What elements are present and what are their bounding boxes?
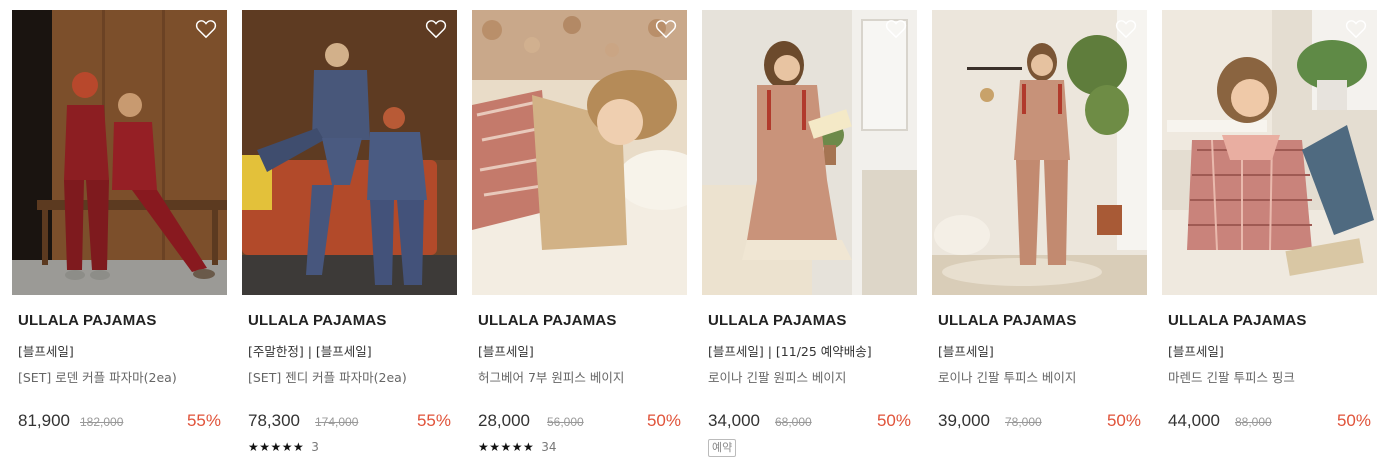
heart-outline-icon[interactable] bbox=[1115, 19, 1137, 39]
product-image[interactable] bbox=[12, 10, 227, 295]
review-count: 34 bbox=[541, 440, 557, 454]
product-tags: [주말한정] | [블프세일] bbox=[248, 344, 372, 359]
product-rating: ★★★★★ 3 bbox=[248, 440, 319, 454]
original-price: 174,000 bbox=[315, 415, 359, 429]
heart-outline-icon[interactable] bbox=[425, 19, 447, 39]
product-card[interactable]: ULLALA PAJAMAS [블프세일] 허그베어 7부 원피스 베이지 28… bbox=[472, 10, 687, 473]
original-price: 182,000 bbox=[80, 415, 124, 429]
product-card[interactable]: ULLALA PAJAMAS [주말한정] | [블프세일] [SET] 젠디 … bbox=[242, 10, 457, 473]
product-image[interactable] bbox=[472, 10, 687, 295]
star-icon: ★★★★★ bbox=[478, 440, 535, 454]
product-image[interactable] bbox=[242, 10, 457, 295]
heart-outline-icon[interactable] bbox=[1345, 19, 1367, 39]
heart-outline-icon[interactable] bbox=[195, 19, 217, 39]
review-count: 3 bbox=[311, 440, 319, 454]
product-image[interactable] bbox=[1162, 10, 1377, 295]
product-name[interactable]: [SET] 로덴 커플 파자마(2ea) bbox=[18, 367, 177, 386]
discount-rate: 50% bbox=[876, 411, 911, 430]
sale-price: 44,000 bbox=[1168, 411, 1220, 430]
original-price: 56,000 bbox=[547, 415, 584, 429]
reservation-badge: 예약 bbox=[708, 439, 737, 457]
product-card[interactable]: ULLALA PAJAMAS [블프세일] 로이나 긴팔 투피스 베이지 39,… bbox=[932, 10, 1147, 473]
product-name[interactable]: [SET] 젠디 커플 파자마(2ea) bbox=[248, 367, 407, 386]
sale-price: 28,000 bbox=[478, 411, 530, 430]
product-name[interactable]: 허그베어 7부 원피스 베이지 bbox=[478, 367, 624, 386]
product-card[interactable]: ULLALA PAJAMAS [블프세일] | [11/25 예약배송] 로이나… bbox=[702, 10, 917, 473]
product-image[interactable] bbox=[702, 10, 917, 295]
product-tags: [블프세일] bbox=[938, 344, 994, 359]
product-rating: ★★★★★ 34 bbox=[478, 440, 557, 454]
product-tags: [블프세일] bbox=[1168, 344, 1224, 359]
product-tags: [블프세일] bbox=[18, 344, 74, 359]
brand-name[interactable]: ULLALA PAJAMAS bbox=[18, 312, 157, 329]
sale-price: 39,000 bbox=[938, 411, 990, 430]
brand-name[interactable]: ULLALA PAJAMAS bbox=[708, 312, 847, 329]
product-card[interactable]: ULLALA PAJAMAS [블프세일] 마렌드 긴팔 투피스 핑크 44,0… bbox=[1162, 10, 1377, 473]
product-grid: ULLALA PAJAMAS [블프세일] [SET] 로덴 커플 파자마(2e… bbox=[12, 10, 1380, 473]
product-image[interactable] bbox=[932, 10, 1147, 295]
discount-rate: 50% bbox=[1106, 411, 1141, 430]
sale-price: 78,300 bbox=[248, 411, 300, 430]
heart-outline-icon[interactable] bbox=[885, 19, 907, 39]
original-price: 88,000 bbox=[1235, 415, 1272, 429]
original-price: 68,000 bbox=[775, 415, 812, 429]
product-tags: [블프세일] | [11/25 예약배송] bbox=[708, 344, 872, 359]
original-price: 78,000 bbox=[1005, 415, 1042, 429]
product-tags: [블프세일] bbox=[478, 344, 534, 359]
discount-rate: 50% bbox=[646, 411, 681, 430]
product-name[interactable]: 마렌드 긴팔 투피스 핑크 bbox=[1168, 367, 1295, 386]
discount-rate: 55% bbox=[416, 411, 451, 430]
heart-outline-icon[interactable] bbox=[655, 19, 677, 39]
star-icon: ★★★★★ bbox=[248, 440, 305, 454]
product-card[interactable]: ULLALA PAJAMAS [블프세일] [SET] 로덴 커플 파자마(2e… bbox=[12, 10, 227, 473]
brand-name[interactable]: ULLALA PAJAMAS bbox=[248, 312, 387, 329]
product-name[interactable]: 로이나 긴팔 투피스 베이지 bbox=[938, 367, 1076, 386]
product-name[interactable]: 로이나 긴팔 원피스 베이지 bbox=[708, 367, 846, 386]
discount-rate: 55% bbox=[186, 411, 221, 430]
discount-rate: 50% bbox=[1336, 411, 1371, 430]
brand-name[interactable]: ULLALA PAJAMAS bbox=[938, 312, 1077, 329]
sale-price: 81,900 bbox=[18, 411, 70, 430]
brand-name[interactable]: ULLALA PAJAMAS bbox=[478, 312, 617, 329]
sale-price: 34,000 bbox=[708, 411, 760, 430]
brand-name[interactable]: ULLALA PAJAMAS bbox=[1168, 312, 1307, 329]
